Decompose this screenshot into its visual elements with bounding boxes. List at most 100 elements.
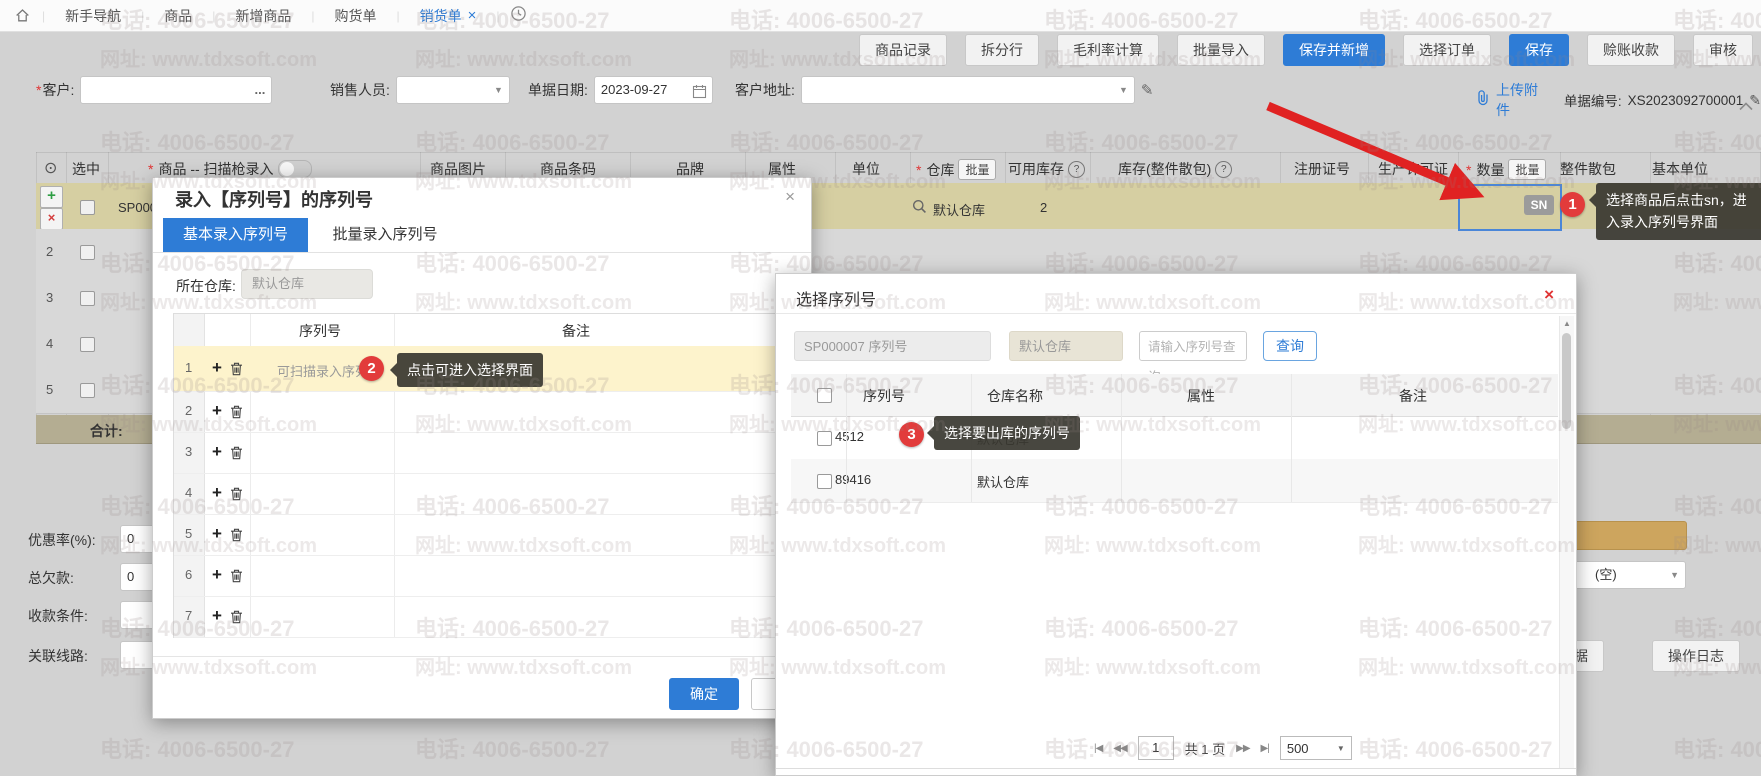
page-last-button[interactable]: ▶| (1261, 743, 1269, 754)
modal2-close-icon[interactable]: × (1544, 286, 1554, 303)
row-checkbox[interactable] (80, 245, 95, 260)
toolbar: 商品记录拆分行毛利率计算批量导入保存并新增选择订单保存赊账收款审核 (859, 34, 1753, 66)
toolbar-button-3[interactable]: 毛利率计算 (1057, 34, 1159, 66)
customer-picker-button[interactable]: ... (255, 77, 266, 103)
help-icon[interactable]: ? (1068, 161, 1085, 178)
modal2-product-input[interactable]: SP000007 序列号 (794, 331, 991, 361)
modal1-row-3[interactable]: 3+ (174, 432, 794, 474)
delete-row-button[interactable]: × (40, 208, 63, 230)
modal1-ok-button[interactable]: 确定 (669, 678, 739, 710)
select-all-target-icon[interactable]: ⊙ (44, 158, 57, 178)
trash-icon[interactable] (230, 569, 243, 583)
modal1-row-7[interactable]: 7+ (174, 596, 794, 638)
scrollbar-thumb[interactable] (1562, 333, 1571, 429)
add-serial-icon[interactable]: + (212, 401, 222, 421)
row-number: 7 (185, 608, 192, 623)
modal2-title-divider (776, 313, 1576, 314)
modal2-table-header: 序列号 仓库名称 属性 备注 (791, 374, 1558, 417)
add-serial-icon[interactable]: + (212, 358, 222, 378)
tab-label: 购货单 (335, 6, 377, 26)
modal2-serial-search-input[interactable]: 请输入序列号查询 (1139, 331, 1247, 361)
app-window: |新手导航|商品|新增商品|购货单|销货单×| 商品记录拆分行毛利率计算批量导入… (0, 0, 1761, 774)
tab-basic-serial-entry[interactable]: 基本录入序列号 (163, 218, 308, 252)
modal1-serial-header: 序列号 (299, 321, 341, 341)
add-serial-icon[interactable]: + (212, 565, 222, 585)
step3-tooltip: 选择要出库的序列号 (934, 416, 1080, 450)
modal2-query-button[interactable]: 查询 (1263, 331, 1317, 361)
trash-icon[interactable] (230, 362, 243, 376)
trash-icon[interactable] (230, 487, 243, 501)
row1-checkbox[interactable] (80, 200, 95, 215)
modal1-warehouse-input[interactable]: 默认仓库 (241, 269, 373, 299)
toolbar-button-7[interactable]: 保存 (1509, 34, 1569, 66)
toolbar-button-6[interactable]: 选择订单 (1403, 34, 1491, 66)
add-serial-icon[interactable]: + (212, 442, 222, 462)
qty-batch-button[interactable]: 批量 (1508, 159, 1546, 180)
modal1-row-2[interactable]: 2+ (174, 391, 794, 433)
tab-4[interactable]: 购货单 (315, 6, 397, 26)
help-icon[interactable]: ? (1215, 161, 1232, 178)
home-icon[interactable] (14, 7, 31, 29)
upload-attachment-link[interactable]: 上传附件 (1496, 80, 1548, 120)
modal2-row-2[interactable]: 89416默认仓库 (791, 459, 1558, 503)
scan-toggle[interactable] (278, 160, 312, 178)
modal2-scrollbar-track[interactable]: ▲ (1559, 316, 1574, 768)
row-checkbox[interactable] (80, 291, 95, 306)
modal2-warehouse-input[interactable]: 默认仓库 (1009, 331, 1123, 361)
top-tab-bar: |新手导航|商品|新增商品|购货单|销货单×| (0, 0, 1761, 32)
modal1-warehouse-label: 所在仓库: (176, 276, 236, 296)
tab-strip: |新手导航|商品|新增商品|购货单|销货单×| (42, 0, 500, 31)
modal1-row-5[interactable]: 5+ (174, 514, 794, 556)
modal1-row-6[interactable]: 6+ (174, 555, 794, 597)
salesperson-select[interactable]: ▼ (396, 76, 510, 104)
trash-icon[interactable] (230, 446, 243, 460)
page-first-button[interactable]: |◀ (1094, 743, 1102, 754)
toolbar-button-4[interactable]: 批量导入 (1177, 34, 1265, 66)
address-select[interactable]: ▼ (801, 76, 1135, 104)
add-serial-icon[interactable]: + (212, 483, 222, 503)
address-edit-pencil-icon[interactable]: ✎ (1141, 81, 1154, 99)
tab-1[interactable]: 新手导航 (45, 6, 141, 26)
warehouse-batch-button[interactable]: 批量 (958, 159, 996, 180)
tab-batch-serial-entry[interactable]: 批量录入序列号 (312, 218, 457, 252)
tab-2[interactable]: 商品 (144, 6, 212, 26)
page-prev-button[interactable]: ◀◀ (1113, 743, 1126, 754)
row-checkbox[interactable] (80, 337, 95, 352)
add-row-button[interactable]: + (40, 186, 63, 208)
toolbar-button-9[interactable]: 审核 (1693, 34, 1753, 66)
date-input[interactable]: 2023-09-27 (594, 76, 713, 104)
tab-label: 商品 (164, 6, 192, 26)
row-checkbox[interactable] (80, 383, 95, 398)
history-clock-icon[interactable] (510, 5, 527, 27)
toolbar-button-1[interactable]: 商品记录 (859, 34, 947, 66)
add-serial-icon[interactable]: + (212, 524, 222, 544)
toolbar-button-2[interactable]: 拆分行 (965, 34, 1039, 66)
page-next-button[interactable]: ▶▶ (1236, 743, 1249, 754)
tab-close-icon[interactable]: × (468, 7, 477, 24)
row-checkbox[interactable] (817, 431, 832, 446)
calendar-icon[interactable] (692, 82, 707, 108)
tab-5[interactable]: 销货单× (400, 6, 497, 26)
collapse-chevron-up-icon[interactable] (1738, 98, 1754, 116)
trash-icon[interactable] (230, 528, 243, 542)
modal1-close-icon[interactable]: × (785, 188, 795, 205)
page-total-label: 共 1 页 (1185, 739, 1225, 758)
modal1-row-4[interactable]: 4+ (174, 473, 794, 515)
trash-icon[interactable] (230, 610, 243, 624)
row-checkbox[interactable] (817, 474, 832, 489)
customer-input[interactable]: ... (80, 76, 272, 104)
col-header-pack: 整件散包 (1560, 159, 1616, 179)
trash-icon[interactable] (230, 405, 243, 419)
step2-tooltip: 点击可进入选择界面 (397, 353, 543, 387)
warehouse-search-icon[interactable] (912, 199, 927, 219)
toolbar-button-8[interactable]: 赊账收款 (1587, 34, 1675, 66)
tab-3[interactable]: 新增商品 (215, 6, 311, 26)
sn-button[interactable]: SN (1524, 195, 1554, 215)
toolbar-button-5[interactable]: 保存并新增 (1283, 34, 1385, 66)
page-number-input[interactable]: 1 (1138, 736, 1174, 760)
operation-log-button[interactable]: 操作日志 (1652, 640, 1740, 672)
scrollbar-up-arrow[interactable]: ▲ (1563, 319, 1571, 328)
page-size-select[interactable]: 500▼ (1280, 736, 1352, 760)
modal2-selectall-checkbox[interactable] (817, 388, 832, 403)
add-serial-icon[interactable]: + (212, 606, 222, 626)
